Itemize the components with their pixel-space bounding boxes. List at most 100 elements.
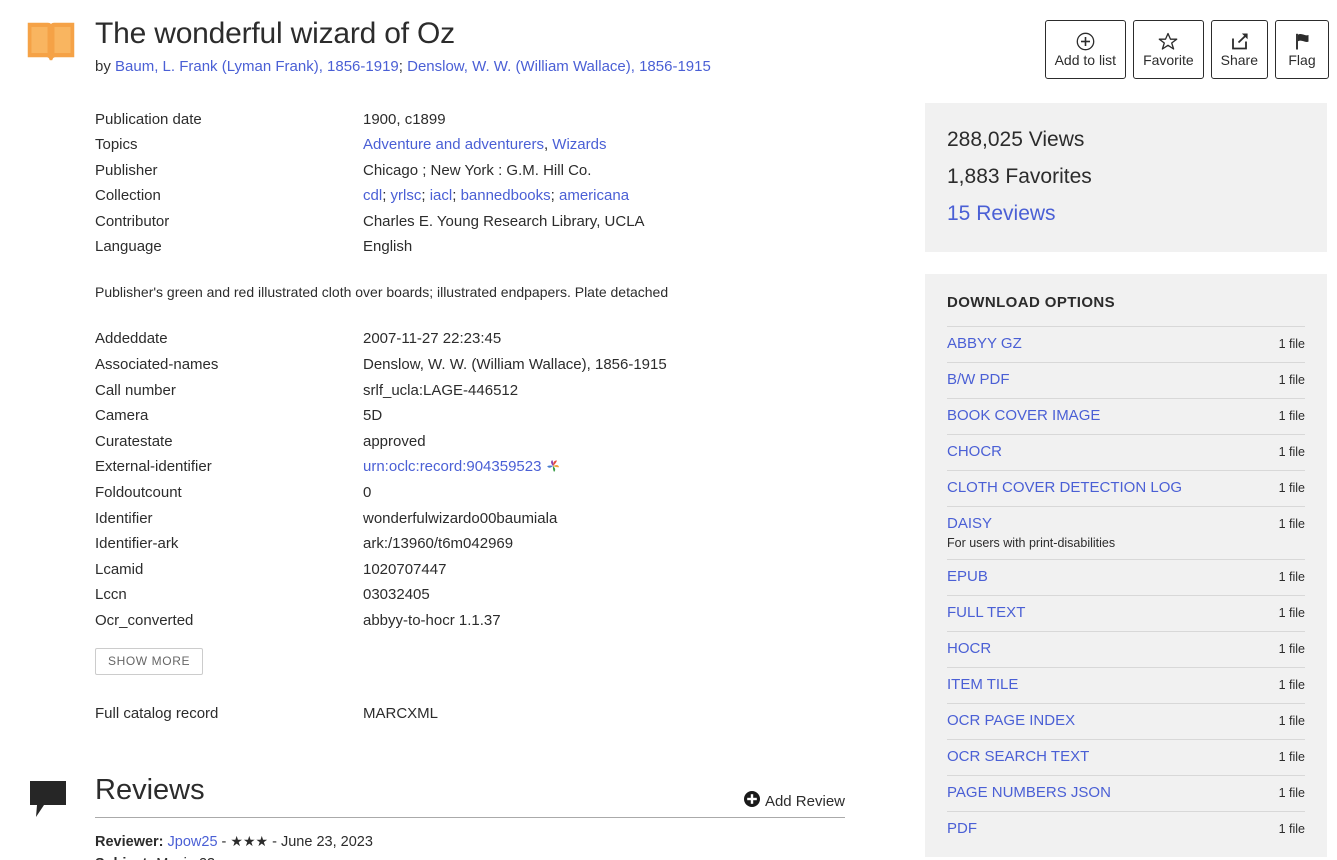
star-icon <box>1158 30 1178 52</box>
download-option-count: 1 file <box>1278 606 1305 620</box>
metadata-key: Collection <box>95 187 161 205</box>
download-option-ocr-page-index[interactable]: OCR PAGE INDEX 1 file <box>947 703 1305 739</box>
worldcat-icon <box>546 456 560 473</box>
collection-separator: ; <box>382 187 391 205</box>
download-option-count: 1 file <box>1278 445 1305 459</box>
stats-panel: 288,025 Views 1,883 Favorites 15 Reviews <box>925 103 1327 252</box>
topic-link-adventure[interactable]: Adventure and adventurers <box>363 136 544 153</box>
metadata-row-ocr-converted: Ocr_converted abbyy-to-hocr 1.1.37 <box>95 608 885 634</box>
views-count: 288,025 Views <box>947 128 1085 151</box>
download-option-chocr[interactable]: CHOCR 1 file <box>947 434 1305 470</box>
download-option-page-numbers-json[interactable]: PAGE NUMBERS JSON 1 file <box>947 775 1305 811</box>
download-option-cloth-cover-detection-log[interactable]: CLOTH COVER DETECTION LOG 1 file <box>947 470 1305 506</box>
metadata-key: Camera <box>95 407 149 425</box>
download-option-epub[interactable]: EPUB 1 file <box>947 559 1305 595</box>
download-option-count: 1 file <box>1278 570 1305 584</box>
metadata-row-call-number: Call number srlf_ucla:LAGE-446512 <box>95 378 885 404</box>
download-option-text: OCR SEARCH TEXT <box>947 747 1089 767</box>
reviewer-name-link[interactable]: Jpow25 <box>168 834 218 850</box>
download-option-name: PAGE NUMBERS JSON <box>947 784 1111 801</box>
review-date: June 23, 2023 <box>280 834 373 850</box>
download-option-text: CHOCR <box>947 442 1002 462</box>
collection-link-americana[interactable]: americana <box>559 187 629 204</box>
metadata-row-contributor: Contributor Charles E. Young Research Li… <box>95 209 885 234</box>
download-option-full-text[interactable]: FULL TEXT 1 file <box>947 595 1305 631</box>
metadata-row-lccn: Lccn 03032405 <box>95 582 885 608</box>
reviews-title: Reviews <box>95 774 205 806</box>
download-option-text: B/W PDF <box>947 370 1010 390</box>
topic-link-wizards[interactable]: Wizards <box>552 136 606 153</box>
download-option-text: HOCR <box>947 639 991 659</box>
author-link-2[interactable]: Denslow, W. W. (William Wallace), 1856-1… <box>407 58 711 75</box>
metadata-value: ark:/13960/t6m042969 <box>363 535 514 553</box>
download-option-pdf[interactable]: PDF 1 file <box>947 811 1305 847</box>
download-option-name: OCR SEARCH TEXT <box>947 748 1090 765</box>
download-option-text: FULL TEXT <box>947 603 1025 623</box>
metadata-key: Topics <box>95 136 138 154</box>
metadata-value: srlf_ucla:LAGE-446512 <box>363 381 519 399</box>
review-meta-line: Reviewer: Jpow25 - ★★★ - June 23, 2023 <box>95 830 373 854</box>
metadata-key: Foldoutcount <box>95 484 182 501</box>
metadata-key: Call number <box>95 381 176 399</box>
download-option-count: 1 file <box>1278 373 1305 387</box>
collection-link-yrlsc[interactable]: yrlsc <box>391 187 422 204</box>
download-option-daisy[interactable]: DAISY For users with print-disabilities … <box>947 506 1305 559</box>
metadata-value: wonderfulwizardo00baumiala <box>363 509 558 527</box>
download-option-text: BOOK COVER IMAGE <box>947 406 1100 426</box>
favorite-label: Favorite <box>1143 52 1194 68</box>
external-identifier-link[interactable]: urn:oclc:record:904359523 <box>363 458 541 475</box>
download-option-book-cover-image[interactable]: BOOK COVER IMAGE 1 file <box>947 398 1305 434</box>
download-option-bw-pdf[interactable]: B/W PDF 1 file <box>947 362 1305 398</box>
download-option-name: ITEM TILE <box>947 676 1019 693</box>
add-review-button[interactable]: Add Review <box>743 791 845 811</box>
language-link[interactable]: English <box>363 234 412 259</box>
show-more-button[interactable]: SHOW MORE <box>95 647 204 675</box>
flag-icon <box>1293 30 1311 52</box>
show-more-wrapper: SHOW MORE <box>95 647 885 675</box>
download-option-name: HOCR <box>947 640 992 657</box>
favorites-count: 1,883 Favorites <box>947 165 1092 188</box>
review-star-rating: ★★★ <box>230 833 269 849</box>
download-option-name: BOOK COVER IMAGE <box>947 407 1101 424</box>
metadata-key: Contributor <box>95 212 170 230</box>
download-option-count: 1 file <box>1278 481 1305 495</box>
download-option-count: 1 file <box>1278 409 1305 423</box>
download-option-ocr-search-text[interactable]: OCR SEARCH TEXT 1 file <box>947 739 1305 775</box>
reviews-divider <box>95 817 845 818</box>
metadata-value: approved <box>363 432 426 450</box>
collection-link-bannedbooks[interactable]: bannedbooks <box>461 187 551 204</box>
flag-button[interactable]: Flag <box>1275 20 1329 79</box>
download-option-hocr[interactable]: HOCR 1 file <box>947 631 1305 667</box>
author-link-1[interactable]: Baum, L. Frank (Lyman Frank), 1856-1919 <box>115 58 399 75</box>
metadata-row-identifier-ark: Identifier-ark ark:/13960/t6m042969 <box>95 531 885 557</box>
flag-label: Flag <box>1288 52 1316 68</box>
add-to-list-button[interactable]: Add to list <box>1044 20 1127 79</box>
metadata-key: Lccn <box>95 586 127 604</box>
publication-date-link[interactable]: 1900, c1899 <box>363 107 446 132</box>
collection-link-cdl[interactable]: cdl <box>363 187 382 204</box>
external-identifier-value: urn:oclc:record:904359523 <box>363 454 560 480</box>
download-option-name: ABBYY GZ <box>947 335 1022 352</box>
metadata-key: Publisher <box>95 161 158 179</box>
download-option-count: 1 file <box>1278 517 1305 531</box>
reviews-count-link[interactable]: 15 Reviews <box>947 195 1305 232</box>
download-option-item-tile[interactable]: ITEM TILE 1 file <box>947 667 1305 703</box>
metadata-row-camera: Camera 5D <box>95 403 885 429</box>
collection-value: cdl; yrlsc; iacl; bannedbooks; americana <box>363 183 629 208</box>
download-option-text: ABBYY GZ <box>947 334 1022 354</box>
metadata-key: External-identifier <box>95 458 212 476</box>
download-option-abbyy-gz[interactable]: ABBYY GZ 1 file <box>947 326 1305 362</box>
collection-link-iacl[interactable]: iacl <box>430 187 453 204</box>
metadata-key: Associated-names <box>95 356 219 374</box>
share-button[interactable]: Share <box>1210 20 1268 79</box>
metadata-row-addeddate: Addeddate 2007-11-27 22:23:45 <box>95 326 885 352</box>
marcxml-link[interactable]: MARCXML <box>363 701 438 726</box>
favorite-button[interactable]: Favorite <box>1133 20 1204 79</box>
byline-prefix: by <box>95 58 116 75</box>
review-dash-2: - <box>268 834 281 850</box>
metadata-value: Denslow, W. W. (William Wallace), 1856-1… <box>363 356 667 374</box>
metadata-key: Identifier <box>95 509 153 527</box>
action-button-group: Add to list Favorite Share Flag <box>1044 20 1329 79</box>
download-option-text: PDF <box>947 819 977 839</box>
metadata-key: Ocr_converted <box>95 611 194 629</box>
